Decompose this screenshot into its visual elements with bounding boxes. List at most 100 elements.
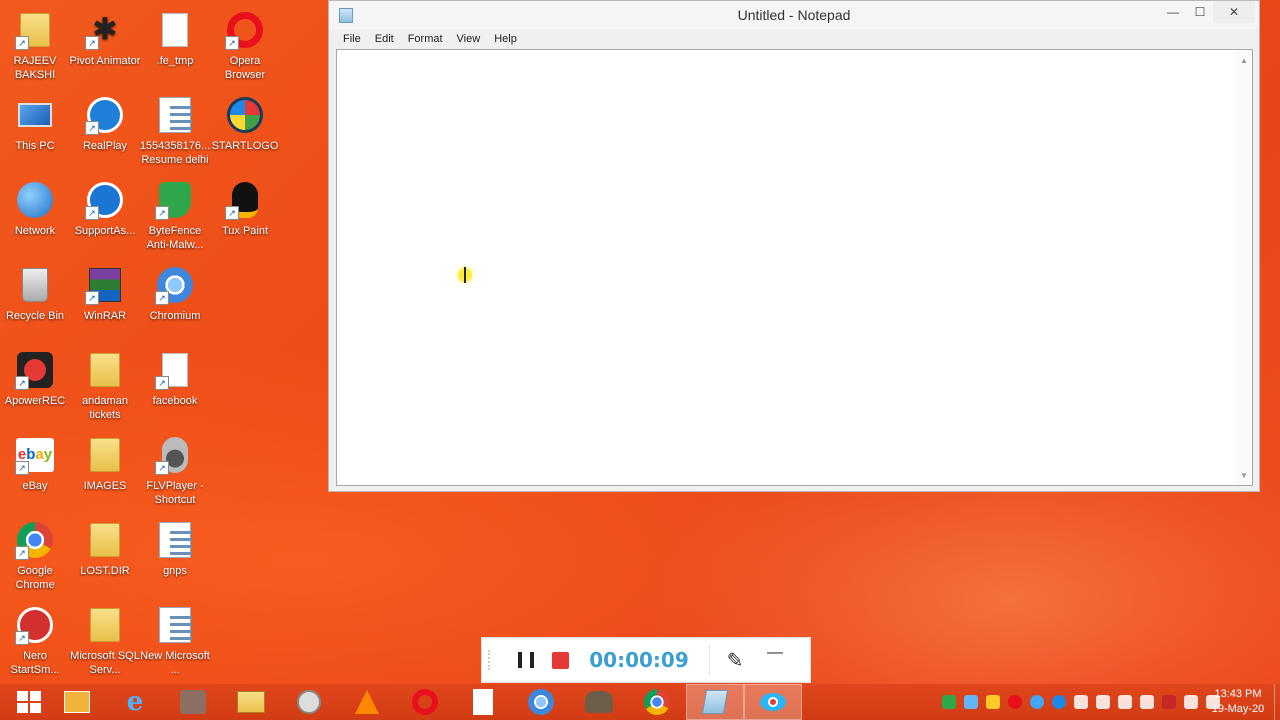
desktop-icon-ebay[interactable]: ebay eBay (0, 429, 71, 511)
taskbar-gimp[interactable] (570, 684, 628, 720)
taskbar-notepad[interactable] (686, 684, 744, 720)
taskbar-vlc[interactable] (338, 684, 396, 720)
pen-icon[interactable]: ✎ (720, 648, 750, 673)
flag-icon[interactable] (1096, 695, 1110, 709)
desktop-icon-nero-startsmart[interactable]: Nero StartSm... (0, 599, 71, 681)
desktop-icon-pivot-animator[interactable]: ✱ Pivot Animator (69, 4, 141, 86)
text-editor-area: ▲ ▼ (336, 49, 1253, 486)
desktop-icon-andaman-tickets[interactable]: andaman tickets (69, 344, 141, 426)
vertical-scrollbar[interactable]: ▲ ▼ (1236, 50, 1252, 485)
record-icon (15, 350, 55, 390)
taskbar-opera[interactable] (396, 684, 454, 720)
winrar-icon (85, 265, 125, 305)
divider (709, 645, 710, 675)
desktop-icon-new-microsoft[interactable]: New Microsoft ... (139, 599, 211, 681)
menu-bar: File Edit Format View Help (329, 29, 1259, 49)
desktop-icon-network[interactable]: Network (0, 174, 71, 256)
opera-tray-icon[interactable] (1008, 695, 1022, 709)
desktop-icon-label: FLVPlayer - Shortcut (146, 480, 204, 506)
desktop-icon-rajeev-bakshi[interactable]: RAJEEV BAKSHI (0, 4, 71, 86)
security-tray-icon[interactable] (964, 695, 978, 709)
desktop-icon-label: RAJEEV BAKSHI (13, 55, 57, 81)
desktop-icon-tux-paint[interactable]: Tux Paint (209, 174, 281, 256)
stop-button[interactable] (552, 651, 569, 669)
desktop-icon-flvplayer[interactable]: FLVPlayer - Shortcut (139, 429, 211, 511)
taskbar-chrome[interactable] (628, 684, 686, 720)
internet-explorer-icon: e (126, 687, 144, 717)
menu-edit[interactable]: Edit (375, 33, 394, 45)
desktop-icon-label: LOST.DIR (80, 565, 130, 577)
notepad-icon (701, 690, 729, 714)
minimize-button[interactable]: — (1159, 1, 1187, 23)
taskbar-folder-window[interactable] (222, 684, 280, 720)
desktop-icon-realplay[interactable]: RealPlay (69, 89, 141, 171)
pause-button[interactable] (518, 652, 534, 668)
desktop-icon-bytefence[interactable]: ByteFence Anti-Malw... (139, 174, 211, 256)
taskbar-chromium[interactable] (512, 684, 570, 720)
desktop-icon-images[interactable]: IMAGES (69, 429, 141, 511)
support-tray-icon[interactable] (1052, 695, 1066, 709)
taskbar: e 13:43 PM 19-May-20 (0, 684, 1280, 720)
menu-file[interactable]: File (343, 33, 361, 45)
taskbar-fl-studio[interactable] (164, 684, 222, 720)
desktop-icon-winrar[interactable]: WinRAR (69, 259, 141, 341)
desktop-icon-resume-delhi[interactable]: 1554358176... Resume delhi (139, 89, 211, 171)
antivirus-tray-icon[interactable] (1162, 695, 1176, 709)
file-icon (155, 350, 195, 390)
taskbar-internet-explorer[interactable]: e (106, 684, 164, 720)
desktop-icon-lost-dir[interactable]: LOST.DIR (69, 514, 141, 596)
stick-figure-icon: ✱ (85, 10, 125, 50)
desktop-icon-this-pc[interactable]: This PC (0, 89, 71, 171)
show-desktop-button[interactable] (1274, 684, 1280, 720)
network-tray-icon[interactable] (1140, 695, 1154, 709)
desktop-icon-facebook[interactable]: facebook (139, 344, 211, 426)
desktop-icon-label: RealPlay (82, 140, 128, 152)
clock[interactable]: 13:43 PM 19-May-20 (1206, 687, 1270, 717)
desktop-icon-label: ApowerREC (4, 395, 66, 407)
taskbar-file-explorer[interactable] (48, 684, 106, 720)
pivot-icon (297, 690, 321, 714)
desktop-icon-label: andaman tickets (82, 395, 128, 421)
scroll-up-icon[interactable]: ▲ (1236, 52, 1252, 68)
drag-handle[interactable] (488, 650, 496, 670)
desktop-icon-gnps[interactable]: gnps (139, 514, 211, 596)
taskbar-apowerrec[interactable] (744, 684, 802, 720)
shield-tray-icon[interactable] (1030, 695, 1044, 709)
volume-icon[interactable] (1074, 695, 1088, 709)
menu-format[interactable]: Format (408, 33, 443, 45)
desktop-icon-label: Nero StartSm... (10, 650, 60, 676)
desktop-icon-supportassist[interactable]: SupportAs... (69, 174, 141, 256)
vlc-icon (355, 690, 379, 714)
taskbar-pivot[interactable] (280, 684, 338, 720)
taskbar-document[interactable] (454, 684, 512, 720)
keyboard-icon[interactable] (1184, 695, 1198, 709)
bytefence-tray-icon[interactable] (942, 695, 956, 709)
desktop-icon-apowerrec[interactable]: ApowerREC (0, 344, 71, 426)
realplay-icon (85, 95, 125, 135)
folder-icon (85, 520, 125, 560)
display-icon[interactable] (1118, 695, 1132, 709)
desktop-icon-microsoft-sql-server[interactable]: Microsoft SQL Serv... (69, 599, 141, 681)
desktop-icon-label: facebook (152, 395, 198, 407)
recorder-minimize-button[interactable]: — (760, 644, 790, 662)
maximize-button[interactable]: ☐ (1187, 1, 1213, 23)
desktop-icon-chromium[interactable]: Chromium (139, 259, 211, 341)
close-button[interactable]: ✕ (1213, 1, 1255, 23)
desktop-icon-recycle-bin[interactable]: Recycle Bin (0, 259, 71, 341)
desktop-icon-startlogo[interactable]: STARTLOGO (209, 89, 281, 171)
chromium-icon (528, 689, 554, 715)
recording-timer: 00:00:09 (589, 648, 689, 672)
menu-help[interactable]: Help (494, 33, 517, 45)
scroll-down-icon[interactable]: ▼ (1236, 467, 1252, 483)
text-editor[interactable] (337, 50, 1237, 485)
folder-icon (15, 10, 55, 50)
menu-view[interactable]: View (457, 33, 481, 45)
desktop-icon-google-chrome[interactable]: Google Chrome (0, 514, 71, 596)
chat-tray-icon[interactable] (986, 695, 1000, 709)
chrome-icon (644, 689, 670, 715)
desktop-icon-fe-tmp[interactable]: .fe_tmp (139, 4, 211, 86)
notepad-title-bar[interactable]: Untitled - Notepad — ☐ ✕ (329, 1, 1259, 29)
folder-icon (85, 350, 125, 390)
desktop-icon-opera-browser[interactable]: Opera Browser (209, 4, 281, 86)
desktop-icon-label: gnps (163, 565, 187, 577)
